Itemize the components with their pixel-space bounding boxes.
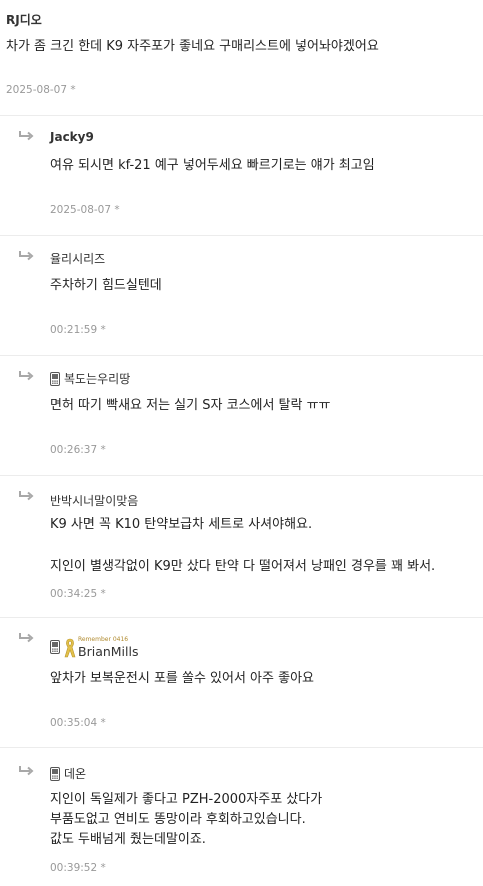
reply-author[interactable]: 데온 xyxy=(50,765,86,782)
reply-author[interactable]: Jacky9 xyxy=(50,130,94,144)
reply-item: 복도는우리땅 면허 따기 빡새요 저는 실기 S자 코스에서 탈락 ㅠㅠ 00:… xyxy=(0,356,483,476)
reply-arrow-icon xyxy=(19,633,34,643)
reply-body-line: 값도 두배넘게 줬는데말이죠. xyxy=(50,832,206,847)
reply-date: 00:21:59 * xyxy=(50,324,106,336)
reply-nickname[interactable]: Jacky9 xyxy=(50,130,94,144)
remember-badge-text: Remember 0416 xyxy=(78,636,129,643)
reply-body-line xyxy=(50,535,435,556)
reply-nickname[interactable]: 반박시너말이맞음 xyxy=(50,492,138,509)
reply-date: 00:35:04 * xyxy=(50,717,106,729)
comment-date: 2025-08-07 * xyxy=(6,84,76,96)
reply-body-line: 지인이 별생각없이 K9만 샀다 탄약 다 떨어져서 낭패인 경우를 꽤 봐서. xyxy=(50,559,436,574)
comment-item: RJ디오 차가 좀 크긴 한데 K9 자주포가 좋네요 구매리스트에 넣어놔야겠… xyxy=(0,0,483,116)
mobile-phone-icon xyxy=(50,766,60,781)
reply-arrow-icon xyxy=(19,251,34,261)
mobile-phone-icon xyxy=(50,640,60,654)
reply-body-line: 주차하기 힘드실텐데 xyxy=(50,278,162,293)
reply-nickname[interactable]: BrianMills xyxy=(78,644,139,659)
reply-body-line: 면허 따기 빡새요 저는 실기 S자 코스에서 탈락 ㅠㅠ xyxy=(50,398,331,413)
comment-nickname[interactable]: RJ디오 xyxy=(6,11,42,28)
reply-body: K9 사면 꼭 K10 탄약보급차 세트로 사셔야해요. 지인이 별생각없이 K… xyxy=(50,514,435,577)
reply-body: 여유 되시면 kf-21 예구 넣어두세요 빠르기로는 얘가 최고임 xyxy=(50,155,375,176)
reply-body-line: 부품도없고 연비도 똥망이라 후회하고있습니다. xyxy=(50,812,306,827)
reply-body: 지인이 독일제가 좋다고 PZH-2000자주포 샀다가 부품도없고 연비도 똥… xyxy=(50,790,322,850)
reply-body: 앞차가 보복운전시 포를 쏠수 있어서 아주 좋아요 xyxy=(50,668,314,689)
comment-body: 차가 좀 크긴 한데 K9 자주포가 좋네요 구매리스트에 넣어놔야겠어요 xyxy=(6,39,379,54)
reply-author[interactable]: 율리시리즈 xyxy=(50,250,105,267)
reply-body-line: K9 사면 꼭 K10 탄약보급차 세트로 사셔야해요. xyxy=(50,517,313,532)
reply-body-line: 지인이 독일제가 좋다고 PZH-2000자주포 샀다가 xyxy=(50,792,323,807)
yellow-ribbon-icon xyxy=(64,638,76,658)
comment-thread: RJ디오 차가 좀 크긴 한데 K9 자주포가 좋네요 구매리스트에 넣어놔야겠… xyxy=(0,0,483,886)
reply-item: 반박시너말이맞음 K9 사면 꼭 K10 탄약보급차 세트로 사셔야해요. 지인… xyxy=(0,476,483,618)
reply-author[interactable]: Remember 0416 BrianMills xyxy=(50,636,139,659)
reply-body-line: 여유 되시면 kf-21 예구 넣어두세요 빠르기로는 얘가 최고임 xyxy=(50,158,375,173)
reply-date: 00:34:25 * xyxy=(50,588,106,600)
remember-badge: Remember 0416 BrianMills xyxy=(64,636,139,659)
mobile-phone-icon xyxy=(50,371,60,386)
reply-body-line: 앞차가 보복운전시 포를 쏠수 있어서 아주 좋아요 xyxy=(50,671,314,686)
reply-author[interactable]: 복도는우리땅 xyxy=(50,370,130,387)
reply-arrow-icon xyxy=(19,766,34,776)
reply-arrow-icon xyxy=(19,491,34,501)
reply-item: Jacky9 여유 되시면 kf-21 예구 넣어두세요 빠르기로는 얘가 최고… xyxy=(0,116,483,236)
reply-nickname[interactable]: 데온 xyxy=(64,765,86,782)
reply-arrow-icon xyxy=(19,131,34,141)
reply-date: 00:26:37 * xyxy=(50,444,106,456)
reply-body: 주차하기 힘드실텐데 xyxy=(50,275,162,296)
reply-date: 2025-08-07 * xyxy=(50,204,120,216)
reply-body: 면허 따기 빡새요 저는 실기 S자 코스에서 탈락 ㅠㅠ xyxy=(50,395,331,416)
reply-arrow-icon xyxy=(19,371,34,381)
reply-item: 율리시리즈 주차하기 힘드실텐데 00:21:59 * xyxy=(0,236,483,356)
reply-nickname[interactable]: 율리시리즈 xyxy=(50,250,105,267)
reply-date: 00:39:52 * xyxy=(50,862,106,874)
reply-author[interactable]: 반박시너말이맞음 xyxy=(50,492,138,509)
reply-item: 데온 지인이 독일제가 좋다고 PZH-2000자주포 샀다가 부품도없고 연비… xyxy=(0,748,483,886)
reply-item: Remember 0416 BrianMills 앞차가 보복운전시 포를 쏠수… xyxy=(0,618,483,748)
reply-nickname[interactable]: 복도는우리땅 xyxy=(64,370,130,387)
